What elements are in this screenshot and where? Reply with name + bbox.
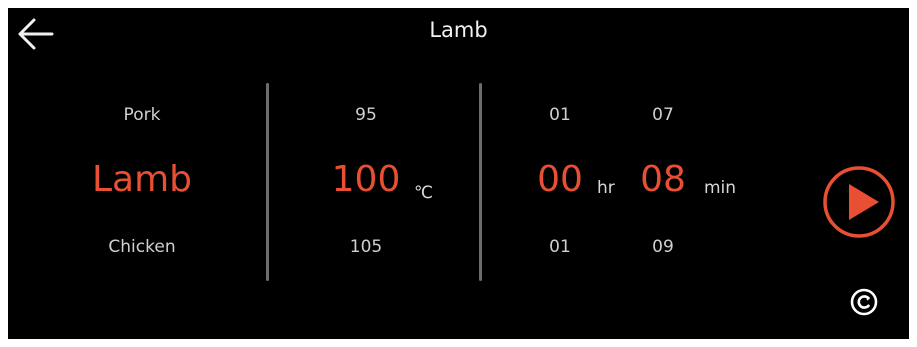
reset-button[interactable]	[849, 287, 879, 317]
food-option-selected[interactable]: Lamb	[72, 159, 212, 200]
hours-option-above[interactable]: 01	[530, 105, 590, 125]
column-divider	[479, 83, 482, 281]
food-option-below[interactable]: Chicken	[92, 237, 192, 257]
column-divider	[266, 83, 269, 281]
hours-option-below[interactable]: 01	[530, 237, 590, 257]
minutes-option-above[interactable]: 07	[633, 105, 693, 125]
minutes-unit-label: min	[704, 178, 737, 198]
temperature-option-above[interactable]: 95	[326, 105, 406, 125]
start-button[interactable]	[821, 164, 897, 240]
minutes-option-selected[interactable]: 08	[628, 159, 698, 200]
cooking-screen: Lamb Pork Lamb Chicken 95 100 ℃ 105 01 0…	[8, 8, 909, 339]
hours-option-selected[interactable]: 00	[525, 159, 595, 200]
hours-unit-label: hr	[597, 178, 615, 198]
temperature-option-selected[interactable]: 100	[326, 159, 406, 200]
play-icon	[823, 166, 895, 238]
minutes-option-below[interactable]: 09	[633, 237, 693, 257]
food-option-above[interactable]: Pork	[92, 105, 192, 125]
reset-icon	[850, 288, 878, 316]
temperature-option-below[interactable]: 105	[326, 237, 406, 257]
page-title: Lamb	[429, 18, 488, 42]
temperature-unit-label: ℃	[414, 183, 434, 203]
